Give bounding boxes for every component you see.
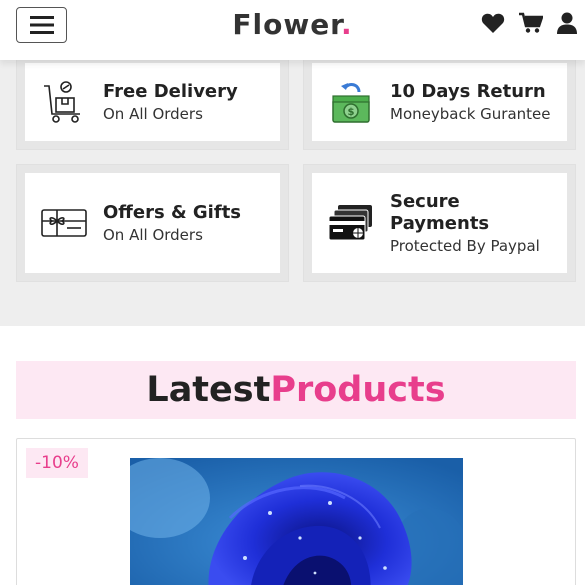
feature-title: 10 Days Return	[390, 81, 546, 102]
site-header: Flower.	[0, 0, 585, 60]
features-section: Free Delivery On All Orders $ 10 Days Re…	[0, 54, 585, 326]
credit-cards-icon	[328, 200, 374, 246]
feature-offers-gifts: Offers & Gifts On All Orders	[16, 164, 289, 282]
feature-subtitle: Protected By Paypal	[390, 237, 540, 255]
feature-subtitle: On All Orders	[103, 226, 203, 244]
svg-text:$: $	[348, 107, 355, 118]
feature-subtitle: On All Orders	[103, 105, 203, 123]
feature-secure-payments: Secure Payments Protected By Paypal	[303, 164, 576, 282]
feature-subtitle: Moneyback Gurantee	[390, 105, 551, 123]
delivery-cart-icon	[41, 79, 87, 125]
feature-title: Free Delivery	[103, 81, 238, 102]
cart-icon[interactable]	[519, 12, 543, 34]
product-card[interactable]: -10%	[16, 438, 576, 585]
discount-badge: -10%	[26, 448, 88, 478]
user-icon[interactable]	[557, 12, 577, 34]
product-image-blue-rose[interactable]	[130, 458, 463, 585]
heart-icon[interactable]	[481, 12, 505, 34]
feature-10-days-return: $ 10 Days Return Moneyback Gurantee	[303, 54, 576, 150]
logo-text: Flower	[232, 8, 341, 41]
feature-free-delivery: Free Delivery On All Orders	[16, 54, 289, 150]
section-title-word2: Products	[270, 370, 446, 410]
logo-dot: .	[341, 8, 353, 41]
feature-title: Secure Payments	[390, 191, 490, 234]
gift-card-icon	[41, 200, 87, 246]
latest-products-heading: LatestProducts	[16, 361, 576, 419]
money-return-icon: $	[328, 79, 374, 125]
section-title: LatestProducts	[16, 361, 576, 419]
section-title-word1: Latest	[146, 370, 271, 410]
feature-title: Offers & Gifts	[103, 202, 242, 223]
